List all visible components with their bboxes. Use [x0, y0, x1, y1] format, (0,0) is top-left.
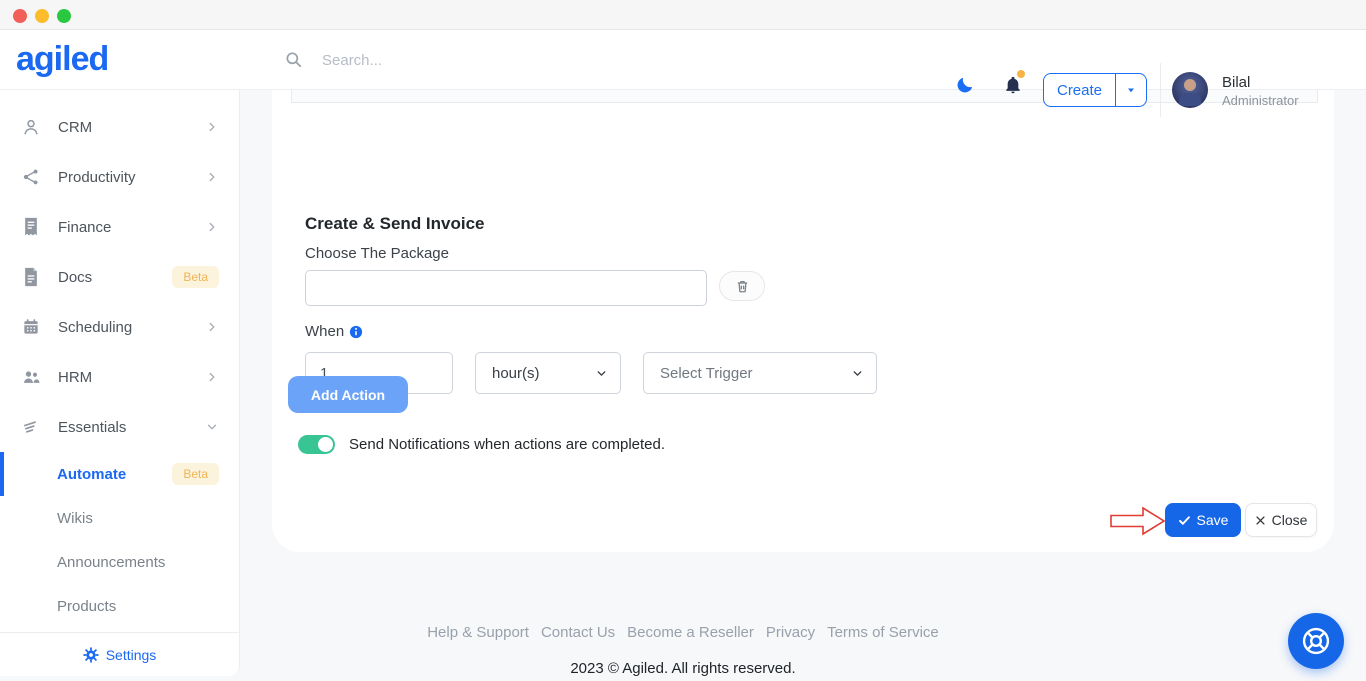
- user-icon: [20, 117, 42, 137]
- avatar[interactable]: [1172, 72, 1208, 108]
- user-role: Administrator: [1222, 93, 1299, 108]
- chevron-down-icon: [595, 367, 608, 380]
- window-close-icon[interactable]: [13, 9, 27, 23]
- chevron-right-icon: [205, 370, 219, 384]
- chevron-right-icon: [205, 170, 219, 184]
- user-name: Bilal: [1222, 74, 1250, 91]
- sidebar-subitem-products[interactable]: Products: [0, 584, 239, 628]
- automation-heading: Create & Send Invoice: [305, 214, 485, 234]
- workflow-icon: [20, 167, 42, 187]
- footer-link-help[interactable]: Help & Support: [427, 624, 529, 641]
- chevron-right-icon: [205, 120, 219, 134]
- lifebuoy-icon: [1299, 624, 1333, 658]
- window-zoom-icon[interactable]: [57, 9, 71, 23]
- trigger-select[interactable]: Select Trigger: [643, 352, 877, 394]
- package-input[interactable]: [305, 270, 707, 306]
- sidebar-item-label: Finance: [58, 219, 111, 236]
- sidebar-item-docs[interactable]: Docs Beta: [0, 252, 239, 302]
- sidebar-settings[interactable]: Settings: [0, 632, 239, 676]
- info-icon[interactable]: [349, 325, 363, 339]
- add-action-button[interactable]: Add Action: [288, 376, 408, 413]
- trigger-select-value: Select Trigger: [660, 365, 753, 382]
- calendar-icon: [20, 317, 42, 337]
- agiled-logo[interactable]: agiled: [16, 40, 108, 79]
- invoice-icon: [20, 217, 42, 237]
- create-dropdown-toggle[interactable]: [1116, 74, 1146, 106]
- settings-label: Settings: [106, 647, 157, 663]
- sidebar-item-label: HRM: [58, 369, 92, 386]
- automation-editor-card: Create & Send Invoice Choose The Package…: [272, 90, 1334, 552]
- delay-unit-select[interactable]: hour(s): [475, 352, 621, 394]
- document-icon: [20, 267, 42, 287]
- layers-icon: [20, 417, 42, 437]
- chevron-down-icon: [205, 420, 219, 434]
- sidebar-item-label: Essentials: [58, 419, 126, 436]
- dark-mode-toggle[interactable]: [952, 72, 978, 98]
- footer-link-contact[interactable]: Contact Us: [541, 624, 615, 641]
- sidebar-item-scheduling[interactable]: Scheduling: [0, 302, 239, 352]
- app-root: agiled Create Bilal Administrator: [0, 0, 1366, 681]
- create-button[interactable]: Create: [1043, 73, 1147, 107]
- when-row: When: [305, 323, 363, 340]
- close-button-label: Close: [1272, 512, 1308, 528]
- sidebar-item-label: Productivity: [58, 169, 136, 186]
- annotation-arrow: [1110, 506, 1166, 536]
- gear-icon: [83, 647, 99, 663]
- window-minimize-icon[interactable]: [35, 9, 49, 23]
- notification-dot: [1017, 70, 1025, 78]
- header-divider: [1160, 63, 1161, 117]
- sidebar-item-productivity[interactable]: Productivity: [0, 152, 239, 202]
- sidebar-subitem-automate[interactable]: Automate Beta: [0, 452, 239, 496]
- help-fab-button[interactable]: [1288, 613, 1344, 669]
- sidebar-subitem-wikis[interactable]: Wikis: [0, 496, 239, 540]
- sidebar-subitem-label: Automate: [57, 466, 126, 483]
- app-header: agiled Create Bilal Administrator: [0, 30, 1366, 90]
- when-label: When: [305, 323, 344, 340]
- package-label: Choose The Package: [305, 245, 449, 262]
- bell-icon: [1003, 75, 1023, 95]
- people-icon: [20, 367, 42, 387]
- chevron-right-icon: [205, 320, 219, 334]
- sidebar-subitem-announcements[interactable]: Announcements: [0, 540, 239, 584]
- sidebar-item-hrm[interactable]: HRM: [0, 352, 239, 402]
- check-icon: [1178, 514, 1191, 527]
- chevron-down-icon: [851, 367, 864, 380]
- notification-toggle-label: Send Notifications when actions are comp…: [349, 436, 665, 453]
- moon-icon: [955, 75, 975, 95]
- footer-link-reseller[interactable]: Become a Reseller: [627, 624, 754, 641]
- beta-badge: Beta: [172, 463, 219, 485]
- create-button-label: Create: [1044, 74, 1116, 106]
- sidebar-item-label: CRM: [58, 119, 92, 136]
- close-button[interactable]: Close: [1245, 503, 1317, 537]
- sidebar-subitem-label: Products: [57, 598, 116, 615]
- window-titlebar: [0, 0, 1366, 30]
- beta-badge: Beta: [172, 266, 219, 288]
- search-input[interactable]: [322, 52, 742, 69]
- close-icon: [1255, 515, 1266, 526]
- scrolled-section-edge: [291, 90, 1318, 103]
- sidebar-subitem-label: Announcements: [57, 554, 165, 571]
- notifications-button[interactable]: [1000, 72, 1026, 98]
- notification-toggle[interactable]: [298, 435, 335, 454]
- footer-link-terms[interactable]: Terms of Service: [827, 624, 939, 641]
- sidebar-item-crm[interactable]: CRM: [0, 102, 239, 152]
- chevron-right-icon: [205, 220, 219, 234]
- sidebar-item-label: Scheduling: [58, 319, 132, 336]
- trash-icon: [735, 279, 750, 294]
- save-button[interactable]: Save: [1165, 503, 1241, 537]
- sidebar-item-essentials[interactable]: Essentials: [0, 402, 239, 452]
- notification-toggle-row: Send Notifications when actions are comp…: [298, 435, 665, 454]
- sidebar: CRM Productivity Finance Docs Beta Sched…: [0, 90, 240, 676]
- delete-action-button[interactable]: [719, 271, 765, 301]
- global-search: [284, 44, 742, 76]
- sidebar-item-label: Docs: [58, 269, 92, 286]
- sidebar-item-finance[interactable]: Finance: [0, 202, 239, 252]
- caret-down-icon: [1125, 84, 1137, 96]
- delay-unit-value: hour(s): [492, 365, 540, 382]
- sidebar-subitem-label: Wikis: [57, 510, 93, 527]
- footer-link-privacy[interactable]: Privacy: [766, 624, 815, 641]
- search-icon: [284, 50, 304, 70]
- save-button-label: Save: [1197, 512, 1229, 528]
